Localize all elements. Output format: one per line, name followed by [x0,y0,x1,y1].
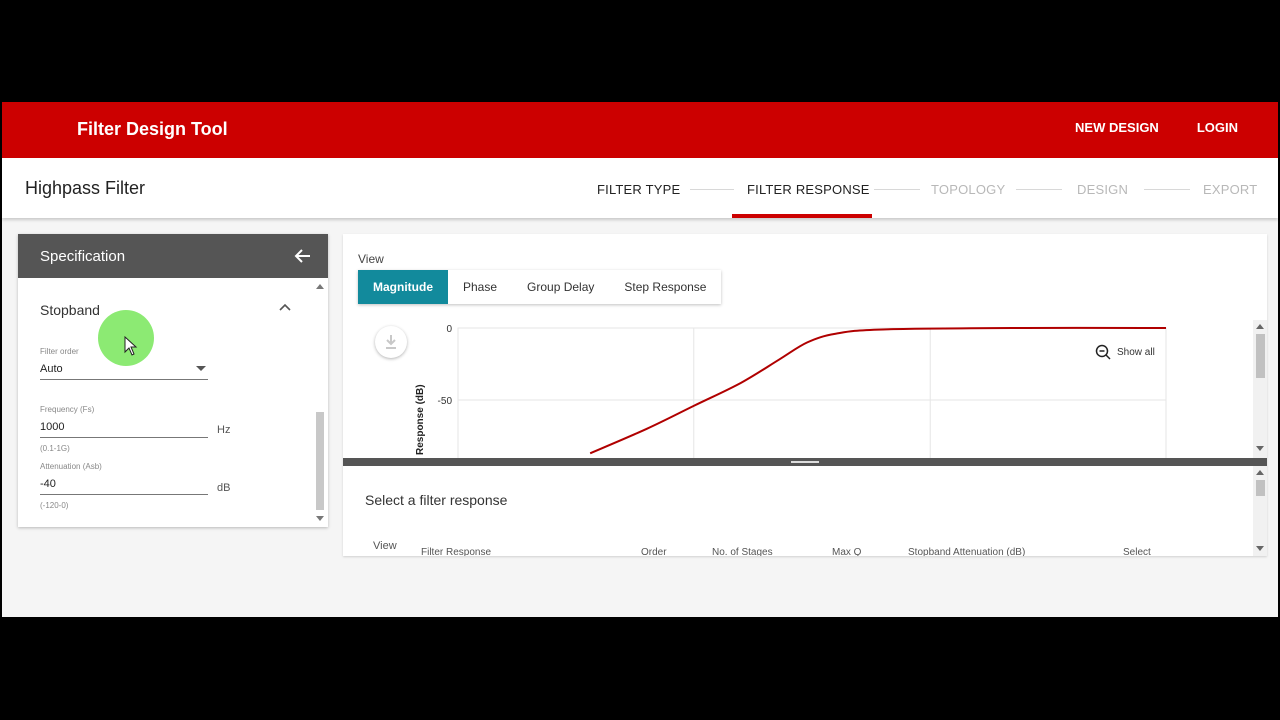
step-design[interactable]: DESIGN [1077,182,1128,197]
frequency-label: Frequency (Fs) [40,405,95,414]
y-axis-label: Response (dB) [415,384,426,455]
y-tick-label: 0 [446,324,452,335]
column-max-q[interactable]: Max Q [832,547,861,556]
app-brand[interactable]: Filter Design Tool [77,119,228,140]
attenuation-unit: dB [217,482,231,494]
spec-scrollbar[interactable] [314,282,326,522]
active-step-indicator [732,214,872,218]
attenuation-label: Attenuation (Asb) [40,462,102,471]
column-view: View [373,540,397,552]
tab-group-delay[interactable]: Group Delay [512,270,609,304]
attenuation-input[interactable]: -40 [40,478,208,495]
column-filter-response[interactable]: Filter Response [421,547,491,556]
magnitude-series-line [589,326,1167,455]
filter-response-list: Select a filter response View Filter Res… [343,466,1267,556]
view-label: View [358,252,384,266]
column-order[interactable]: Order [641,547,667,556]
specification-header: Specification [18,234,328,278]
specification-body: Stopband Filter order Auto Frequency (Fs… [18,278,328,527]
divider-grip-handle[interactable] [791,461,819,463]
tab-phase[interactable]: Phase [448,270,512,304]
column-stopband-attenuation[interactable]: Stopband Attenuation (dB) [908,547,1025,556]
frequency-range-hint: (0.1-1G) [40,444,70,453]
page-title: Highpass Filter [25,178,146,198]
stopband-section-title[interactable]: Stopband [40,302,100,318]
scrollbar-thumb[interactable] [316,412,324,510]
app-window: Filter Design Tool NEW DESIGN LOGIN High… [2,102,1278,617]
top-bar: Filter Design Tool NEW DESIGN LOGIN [2,102,1278,158]
filter-order-label: Filter order [40,347,79,356]
login-button[interactable]: LOGIN [1197,120,1238,135]
chart-scrollbar[interactable] [1253,320,1267,458]
step-connector [874,189,920,190]
view-tabs: Magnitude Phase Group Delay Step Respons… [358,270,722,304]
filter-response-title: Select a filter response [365,492,508,508]
frequency-unit: Hz [217,424,231,436]
step-filter-type[interactable]: FILTER TYPE [597,182,680,197]
magnitude-chart[interactable]: 0 -50 Response (dB) [403,320,1193,458]
scroll-up-arrow-icon[interactable] [1256,324,1264,329]
specification-title: Specification [40,248,126,265]
y-axis-ticks: 0 -50 [438,324,453,407]
scroll-down-arrow-icon[interactable] [316,516,324,521]
step-topology[interactable]: TOPOLOGY [931,182,1005,197]
dropdown-caret-icon[interactable] [196,366,206,371]
step-filter-response[interactable]: FILTER RESPONSE [747,182,870,197]
step-export[interactable]: EXPORT [1203,182,1257,197]
frequency-input[interactable]: 1000 [40,421,208,438]
y-tick-label: -50 [438,396,453,407]
list-scrollbar[interactable] [1253,466,1267,556]
top-nav: NEW DESIGN LOGIN [1075,120,1238,135]
step-connector [1016,189,1062,190]
tab-step-response[interactable]: Step Response [609,270,721,304]
step-connector [690,189,734,190]
plot-frame [457,327,1167,458]
scroll-down-arrow-icon[interactable] [1256,546,1264,551]
scroll-down-arrow-icon[interactable] [1256,446,1264,451]
step-connector [1144,189,1190,190]
response-panel: View Magnitude Phase Group Delay Step Re… [343,234,1267,556]
split-divider[interactable] [343,458,1267,466]
show-all-label: Show all [1117,346,1155,358]
zoom-out-icon [1095,344,1111,360]
attenuation-range-hint: (-120-0) [40,501,69,510]
column-stages[interactable]: No. of Stages [712,547,773,556]
scroll-up-arrow-icon[interactable] [1256,470,1264,475]
scrollbar-thumb[interactable] [1256,480,1265,496]
chart-grid [457,327,1167,458]
mouse-cursor-icon [124,336,138,356]
scrollbar-thumb[interactable] [1256,334,1265,378]
filter-order-select[interactable]: Auto [40,363,208,380]
stepper-bar: Highpass Filter FILTER TYPE FILTER RESPO… [2,158,1278,218]
column-select[interactable]: Select [1123,547,1151,556]
new-design-button[interactable]: NEW DESIGN [1075,120,1159,135]
tab-magnitude[interactable]: Magnitude [358,270,448,304]
chevron-up-icon[interactable] [278,302,292,312]
chart-area: 0 -50 Response (dB) Show all [343,320,1267,458]
specification-panel: Specification Stopband Filter order Auto… [18,234,328,527]
arrow-left-icon[interactable] [294,247,312,265]
show-all-button[interactable]: Show all [1095,344,1155,360]
scroll-up-arrow-icon[interactable] [316,284,324,289]
